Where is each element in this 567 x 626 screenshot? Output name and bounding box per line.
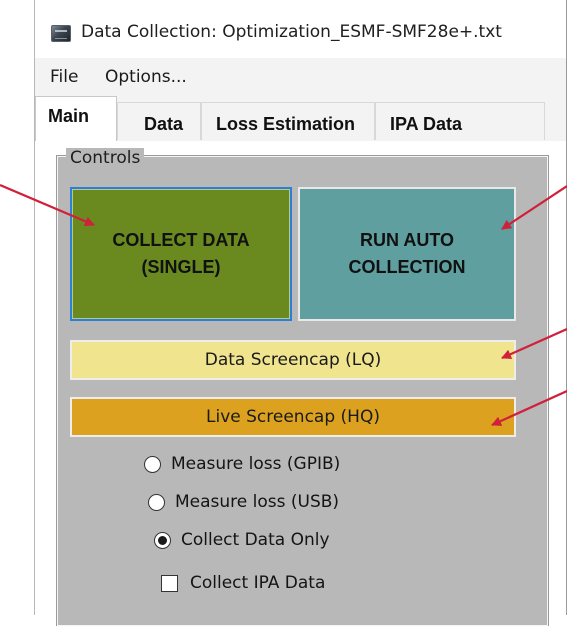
tab-main[interactable]: Main xyxy=(35,96,117,141)
app-window: Data Collection: Optimization_ESMF-SMF28… xyxy=(34,0,567,626)
collect-data-only-option[interactable]: Collect Data Only xyxy=(154,530,330,550)
tab-ipa-data[interactable]: IPA Data xyxy=(375,102,545,140)
app-window-icon xyxy=(51,25,71,42)
title-bar: Data Collection: Optimization_ESMF-SMF28… xyxy=(35,0,566,58)
collect-data-only-radio[interactable] xyxy=(154,531,171,549)
measure-loss-usb-label: Measure loss (USB) xyxy=(175,492,340,512)
tab-bar: Main Data Loss Estimation IPA Data xyxy=(35,96,566,141)
tab-loss-estimation[interactable]: Loss Estimation xyxy=(201,102,375,140)
collect-ipa-data-label: Collect IPA Data xyxy=(190,573,326,593)
menu-file[interactable]: File xyxy=(50,67,78,87)
measure-loss-gpib-radio[interactable] xyxy=(144,455,161,473)
run-auto-collection-button[interactable]: RUN AUTO COLLECTION xyxy=(298,187,516,321)
collect-ipa-data-option[interactable]: Collect IPA Data xyxy=(161,573,325,593)
controls-group: Controls COLLECT DATA (SINGLE) RUN AUTO … xyxy=(56,148,549,626)
measure-loss-usb-option[interactable]: Measure loss (USB) xyxy=(148,492,339,512)
window-title: Data Collection: Optimization_ESMF-SMF28… xyxy=(81,22,502,42)
collect-ipa-data-checkbox[interactable] xyxy=(161,574,178,592)
menu-bar: File Options... xyxy=(35,58,566,96)
live-screencap-button[interactable]: Live Screencap (HQ) xyxy=(70,397,516,437)
data-screencap-button[interactable]: Data Screencap (LQ) xyxy=(70,340,516,380)
menu-options[interactable]: Options... xyxy=(105,67,187,87)
measure-loss-gpib-option[interactable]: Measure loss (GPIB) xyxy=(144,454,340,474)
main-panel: Controls COLLECT DATA (SINGLE) RUN AUTO … xyxy=(35,141,566,626)
measure-loss-usb-radio[interactable] xyxy=(148,493,165,511)
controls-group-label: Controls xyxy=(66,148,145,168)
collect-data-single-button[interactable]: COLLECT DATA (SINGLE) xyxy=(70,187,292,321)
measure-loss-gpib-label: Measure loss (GPIB) xyxy=(171,454,341,474)
tab-data[interactable]: Data xyxy=(117,102,201,140)
collect-data-only-label: Collect Data Only xyxy=(181,530,330,550)
